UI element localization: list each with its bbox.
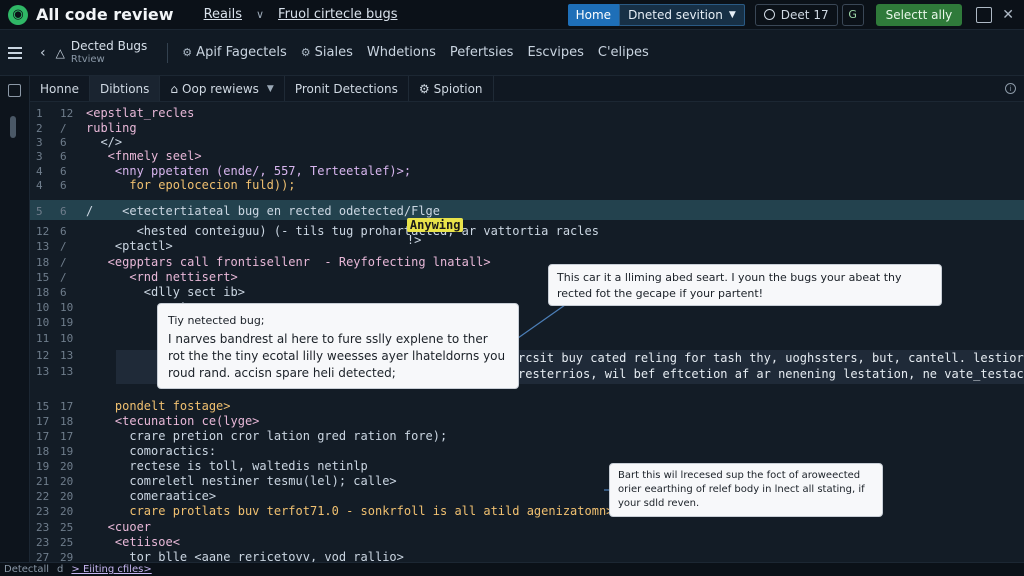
- callout-title: Tiy netected bug;: [168, 314, 265, 327]
- info-callout-bottom: Bart this wil lrecesed sup the foct of a…: [609, 463, 883, 517]
- detected-bug-callout: Tiy netected bug; I narves bandrest al h…: [157, 303, 519, 389]
- callout-body: Bart this wil lrecesed sup the foct of a…: [618, 470, 865, 509]
- status-mid: d: [57, 564, 64, 575]
- status-bar: Detectall d > Eiiting cfiles>: [0, 562, 1024, 576]
- status-editing-files[interactable]: > Eiiting cfiles>: [71, 564, 151, 575]
- callout-body: This car it a lliming abed seart. I youn…: [557, 271, 902, 300]
- status-left: Detectall: [4, 564, 50, 575]
- info-callout-top: This car it a lliming abed seart. I youn…: [548, 264, 942, 306]
- callout-body: I narves bandrest al here to fure sslly …: [168, 332, 506, 380]
- connector-line-top: [517, 304, 566, 339]
